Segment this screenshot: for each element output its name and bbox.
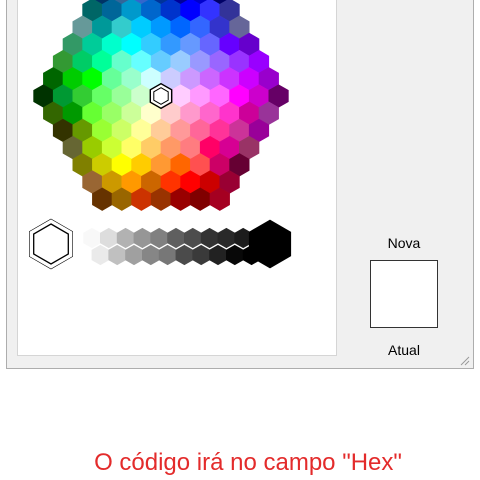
gray-cell[interactable] — [83, 227, 101, 249]
current-color-swatch — [372, 294, 436, 326]
gray-cell[interactable] — [175, 244, 194, 266]
gray-cell[interactable] — [116, 227, 135, 249]
large-white-cell[interactable] — [28, 218, 73, 270]
new-color-swatch — [372, 262, 436, 295]
gray-cell[interactable] — [217, 227, 236, 249]
gray-cell[interactable] — [150, 227, 168, 249]
gray-cell[interactable] — [184, 227, 202, 249]
gray-cell[interactable] — [209, 244, 227, 266]
gray-cell[interactable] — [133, 227, 152, 249]
gray-cell[interactable] — [108, 244, 126, 266]
new-color-label: Nova — [387, 235, 421, 251]
instruction-caption: O código irá no campo "Hex" — [94, 449, 402, 476]
gray-cell[interactable] — [100, 227, 118, 249]
color-preview-swatch — [370, 260, 438, 328]
gray-cell[interactable] — [142, 244, 160, 266]
gray-cell[interactable] — [167, 227, 185, 249]
gray-cell[interactable] — [91, 244, 110, 266]
gray-cell[interactable] — [125, 244, 143, 266]
gray-cell[interactable] — [158, 244, 177, 266]
gray-cell[interactable] — [226, 244, 244, 266]
gray-cell[interactable] — [200, 227, 219, 249]
gray-cell[interactable] — [192, 244, 210, 266]
resize-grip-icon[interactable] — [458, 354, 470, 366]
current-color-label: Atual — [388, 342, 420, 358]
